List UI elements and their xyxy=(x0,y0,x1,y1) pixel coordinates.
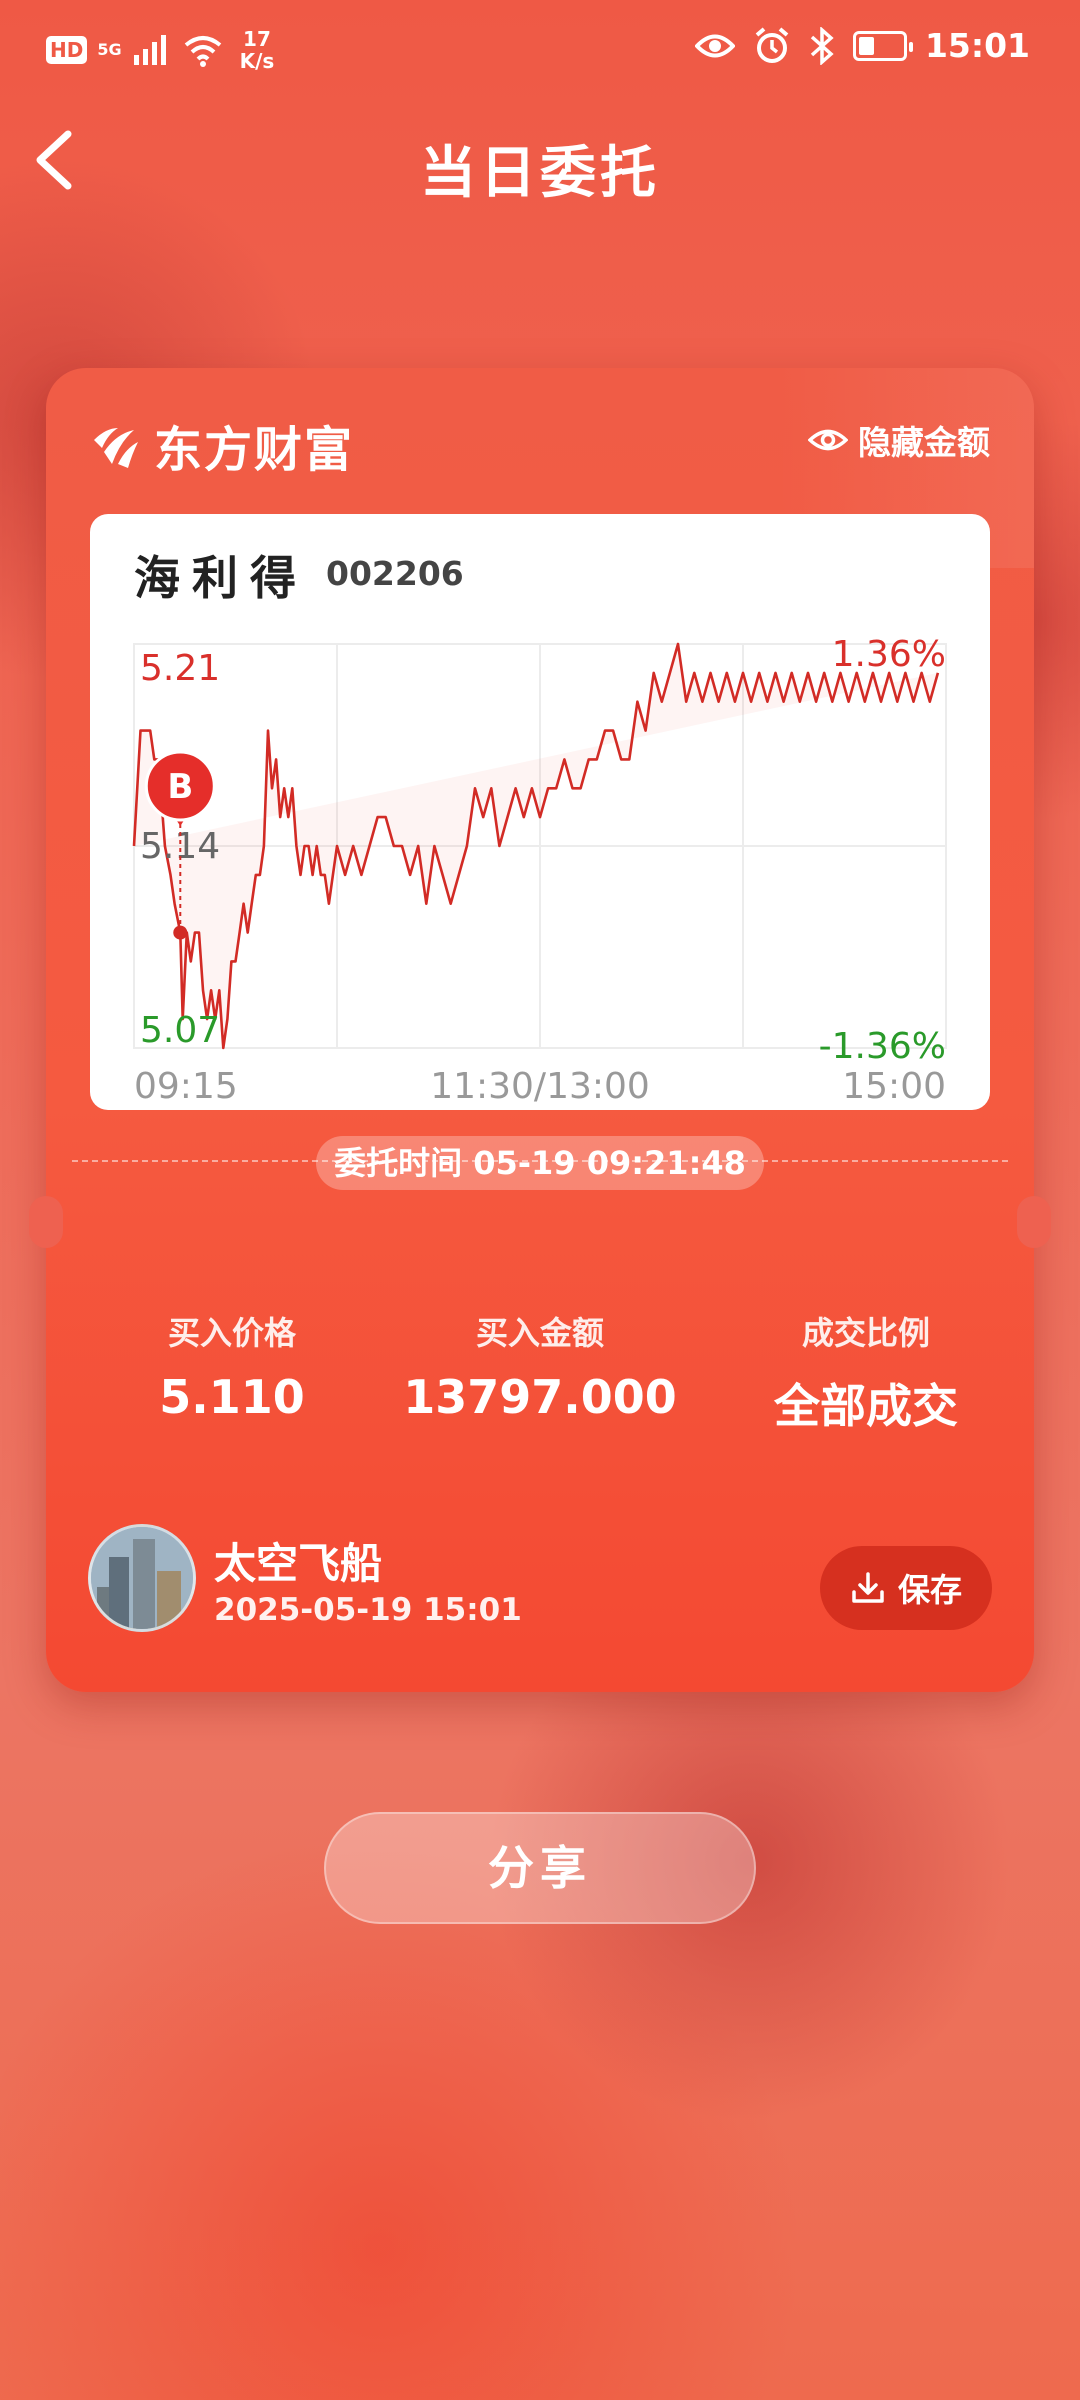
stat-buy-price: 买入价格 5.110 xyxy=(72,1308,392,1424)
network-speed: 17 K/s xyxy=(240,28,275,72)
order-time: 委托时间 05-19 09:21:48 xyxy=(316,1136,764,1190)
save-button[interactable]: 保存 xyxy=(820,1546,992,1630)
wifi-icon xyxy=(184,36,221,67)
intraday-chart-panel: 海利得 002206 5.21 5.14 5.07 1.36% -1.36% 09:15 1… xyxy=(90,514,990,1110)
speed-value: 17 xyxy=(243,27,271,51)
ticket-notch-left xyxy=(29,1196,63,1248)
x-tick-label-close: 15:00 xyxy=(842,1066,946,1107)
user-datetime: 2025-05-19 15:01 xyxy=(214,1592,522,1628)
buy-marker-label: B xyxy=(167,767,193,807)
save-label: 保存 xyxy=(897,1571,962,1609)
download-icon xyxy=(852,1572,884,1603)
y-tick-label-low: 5.07 xyxy=(140,1010,220,1051)
eye-icon xyxy=(694,34,735,57)
avatar-image xyxy=(91,1527,193,1629)
stat-label: 成交比例 xyxy=(801,1314,930,1352)
brand-logo-icon xyxy=(94,428,138,468)
stat-value: 5.110 xyxy=(159,1370,305,1424)
eye-icon xyxy=(808,429,848,451)
status-bar: HD 5G 17 K/s 15:01 xyxy=(0,0,1080,100)
user-name: 太空飞船 xyxy=(214,1539,383,1588)
intraday-chart: 5.215.145.071.36%-1.36%09:15 11:30/13:00 1… xyxy=(132,634,947,1107)
status-left: HD 5G 17 K/s xyxy=(46,28,274,72)
speed-unit: K/s xyxy=(239,49,275,73)
network-type: 5G xyxy=(97,40,122,59)
stat-label: 买入价格 xyxy=(167,1314,296,1352)
hide-amount-label: 隐藏金额 xyxy=(858,423,990,462)
x-tick-label-midday: 11:30/13:00 xyxy=(430,1066,650,1107)
brand-name: 东方财富 xyxy=(154,422,355,478)
battery-level xyxy=(858,36,874,55)
y-tick-label-high: 5.21 xyxy=(140,648,220,689)
hd-badge: HD xyxy=(46,36,88,64)
share-button[interactable]: 分享 xyxy=(324,1812,756,1924)
ticket-notch-right xyxy=(1017,1196,1051,1248)
signal-icon xyxy=(133,35,166,65)
alarm-icon xyxy=(755,26,789,63)
battery-icon xyxy=(852,30,913,61)
pct-label-high: 1.36% xyxy=(832,634,946,675)
stat-label: 买入金额 xyxy=(475,1314,604,1352)
stat-buy-amount: 买入金额 13797.000 xyxy=(380,1308,700,1424)
stat-fill-ratio: 成交比例 全部成交 xyxy=(706,1308,1026,1436)
order-share-card: 东方财富 隐藏金额 海利得 002206 5.21 5.14 5.07 1.36% -1… xyxy=(46,368,1034,1692)
buy-marker-point xyxy=(173,925,188,940)
stat-value: 全部成交 xyxy=(774,1379,958,1433)
bluetooth-icon xyxy=(810,26,834,65)
stat-value: 13797.000 xyxy=(403,1370,677,1424)
pct-label-low: -1.36% xyxy=(819,1026,946,1067)
avatar xyxy=(88,1524,196,1632)
status-time: 15:01 xyxy=(924,26,1030,65)
x-tick-label-open: 09:15 xyxy=(134,1066,238,1107)
hide-amount-toggle[interactable]: 隐藏金额 xyxy=(808,416,990,464)
brand-logo: 东方财富 xyxy=(88,410,354,480)
page-title: 当日委托 xyxy=(420,141,660,206)
status-right: 15:01 xyxy=(694,26,1030,65)
